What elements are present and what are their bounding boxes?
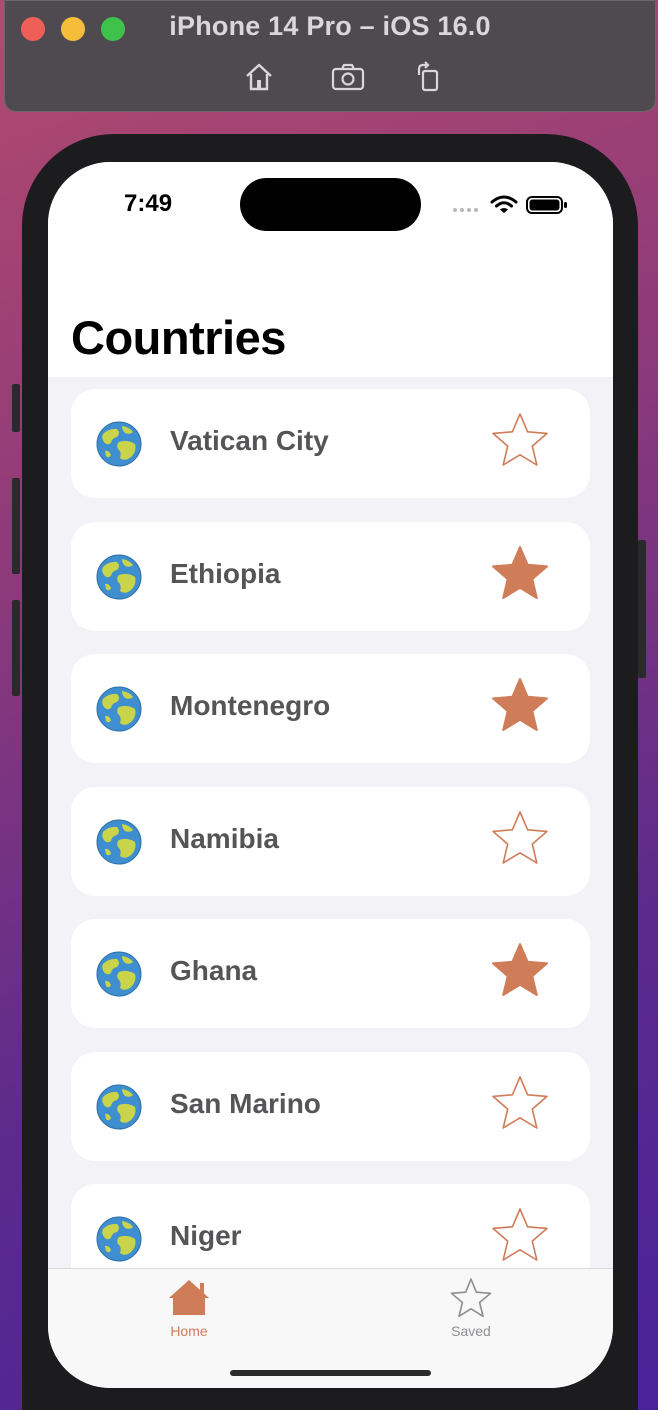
globe-icon [95, 420, 143, 468]
tab-bar: Home Saved [48, 1268, 613, 1388]
country-name: Ghana [170, 955, 258, 986]
favorite-star-button[interactable] [487, 1205, 553, 1271]
favorite-star-filled-button[interactable] [487, 940, 553, 1006]
page-title: Countries [71, 311, 286, 364]
globe-icon [95, 1215, 143, 1263]
globe-icon [95, 553, 143, 601]
star-icon [492, 545, 548, 599]
star-icon [492, 413, 548, 466]
tab-home-label: Home [170, 1323, 208, 1339]
country-row[interactable]: Ghana [71, 919, 590, 1028]
phone-screen: 7:49 Countries Vatican City Ethiopia Monte… [48, 162, 613, 1388]
home-icon [169, 1280, 209, 1315]
favorite-star-button[interactable] [487, 1073, 553, 1139]
navigation-header: 7:49 Countries [48, 162, 613, 377]
dynamic-island [240, 178, 421, 231]
home-indicator [230, 1370, 431, 1376]
country-name: Ethiopia [170, 557, 281, 589]
star-icon [492, 943, 548, 996]
simulator-title: iPhone 14 Pro – iOS 16.0 [169, 11, 491, 41]
rotate-icon [417, 61, 439, 92]
simulator-toolbar: iPhone 14 Pro – iOS 16.0 [4, 0, 656, 112]
country-row[interactable]: Vatican City [71, 389, 590, 498]
globe-icon [95, 950, 143, 998]
wifi-icon [490, 195, 518, 213]
globe-icon [95, 818, 143, 866]
status-time: 7:49 [124, 190, 173, 217]
simulator-home-button[interactable] [239, 59, 279, 95]
volume-up-button [12, 478, 20, 574]
silent-switch [12, 384, 20, 432]
country-row[interactable]: Montenegro [71, 654, 590, 763]
country-row[interactable]: San Marino [71, 1051, 590, 1161]
tab-saved[interactable]: Saved [426, 1277, 516, 1347]
globe-icon [95, 685, 143, 733]
country-name: Niger [170, 1220, 242, 1251]
country-name: Namibia [170, 822, 279, 854]
globe-icon [95, 1083, 143, 1131]
country-name: Montenegro [170, 690, 331, 721]
favorite-star-button[interactable] [487, 410, 553, 476]
country-row[interactable]: Namibia [71, 786, 590, 896]
country-row[interactable]: Ethiopia [71, 521, 590, 631]
simulator-screenshot-button[interactable] [328, 59, 368, 95]
battery-icon [526, 196, 567, 214]
star-icon [492, 678, 548, 731]
tab-home[interactable]: Home [144, 1277, 234, 1347]
star-icon [492, 1208, 548, 1261]
power-button [638, 540, 646, 678]
tab-saved-label: Saved [451, 1323, 491, 1339]
favorite-star-filled-button[interactable] [487, 543, 553, 609]
country-name: Vatican City [170, 425, 329, 456]
country-name: San Marino [170, 1087, 321, 1119]
star-icon [492, 1075, 548, 1129]
star-icon [492, 810, 548, 864]
favorite-star-filled-button[interactable] [487, 675, 553, 741]
home-icon [246, 63, 272, 91]
status-icons [452, 192, 572, 218]
favorite-star-button[interactable] [487, 808, 553, 874]
volume-down-button [12, 600, 20, 696]
screenshot-icon [331, 63, 365, 91]
simulator-rotate-button[interactable] [408, 59, 448, 95]
star-icon [450, 1278, 492, 1318]
cellular-signal-icon [453, 208, 478, 212]
